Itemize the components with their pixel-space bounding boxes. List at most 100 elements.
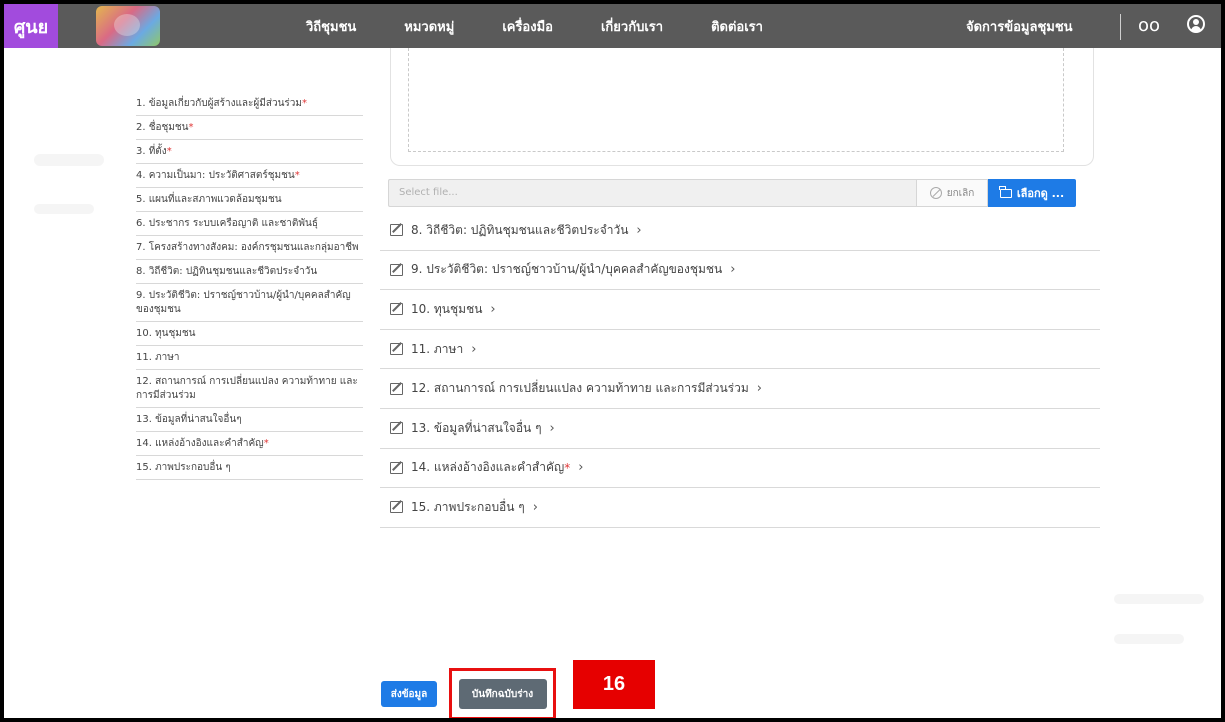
edit-icon: [390, 461, 403, 474]
required-marker: *: [564, 460, 571, 475]
background-decoration: [1114, 634, 1184, 644]
site-logo-image[interactable]: [96, 6, 160, 46]
send-data-button[interactable]: ส่งข้อมูล: [381, 681, 437, 707]
sidebar-item-label: 12. สถานการณ์ การเปลี่ยนแปลง ความท้าทาย …: [136, 376, 358, 401]
sidebar-item[interactable]: 9. ประวัติชีวิต: ปราชญ์ชาวบ้าน/ผู้นำ/บุค…: [136, 284, 363, 322]
section-header[interactable]: 14. แหล่งอ้างอิงและคำสำคัญ * ›: [380, 449, 1100, 489]
required-marker: *: [263, 438, 269, 449]
sidebar-item[interactable]: 11. ภาษา: [136, 346, 363, 370]
sidebar-item-label: 13. ข้อมูลที่น่าสนใจอื่นๆ: [136, 414, 242, 425]
chevron-right-icon: ›: [730, 262, 736, 278]
cancel-button[interactable]: ยกเลิก: [916, 179, 988, 207]
sidebar-item-label: 1. ข้อมูลเกี่ยวกับผู้สร้างและผู้มีส่วนร่…: [136, 98, 302, 109]
file-path-input[interactable]: Select file...: [388, 179, 916, 207]
sidebar-item[interactable]: 6. ประชากร ระบบเครือญาติ และชาติพันธุ์: [136, 212, 363, 236]
sidebar-item[interactable]: 7. โครงสร้างทางสังคม: องค์กรชุมชนและกลุ่…: [136, 236, 363, 260]
section-title: 10. ทุนชุมชน: [411, 301, 483, 316]
required-marker: *: [294, 170, 300, 181]
section-header[interactable]: 11. ภาษา ›: [380, 330, 1100, 370]
section-header[interactable]: 9. ประวัติชีวิต: ปราชญ์ชาวบ้าน/ผู้นำ/บุค…: [380, 251, 1100, 291]
nav-item-tools[interactable]: เครื่องมือ: [502, 16, 553, 37]
user-icon[interactable]: [1187, 15, 1205, 33]
background-decoration: [1114, 594, 1204, 604]
section-accordion: 8. วิถีชีวิต: ปฏิทินชุมชนและชีวิตประจำวั…: [380, 211, 1100, 528]
nav-item-manage-community-data[interactable]: จัดการข้อมูลชุมชน: [966, 16, 1073, 37]
sidebar-item-label: 10. ทุนชุมชน: [136, 328, 196, 339]
section-title: 14. แหล่งอ้างอิงและคำสำคัญ: [411, 460, 565, 475]
sidebar-item[interactable]: 13. ข้อมูลที่น่าสนใจอื่นๆ: [136, 408, 363, 432]
sidebar-item-label: 9. ประวัติชีวิต: ปราชญ์ชาวบ้าน/ผู้นำ/บุค…: [136, 290, 351, 315]
brand-logo[interactable]: ศูนย: [4, 4, 58, 48]
section-title: 11. ภาษา: [411, 341, 464, 356]
sidebar-item[interactable]: 4. ความเป็นมา: ประวัติศาสตร์ชุมชน*: [136, 164, 363, 188]
ban-icon: [929, 187, 942, 199]
nav-item-contact[interactable]: ติดต่อเรา: [711, 16, 763, 37]
highlight-box: บันทึกฉบับร่าง: [449, 668, 556, 718]
save-draft-button[interactable]: บันทึกฉบับร่าง: [458, 679, 547, 709]
sidebar-item-label: 15. ภาพประกอบอื่น ๆ: [136, 462, 231, 473]
sidebar-item-label: 4. ความเป็นมา: ประวัติศาสตร์ชุมชน: [136, 170, 295, 181]
chevron-right-icon: ›: [532, 499, 538, 515]
sidebar-item-label: 11. ภาษา: [136, 352, 180, 363]
edit-icon: [390, 501, 403, 514]
nav-item-way-of-life[interactable]: วิถีชุมชน: [306, 16, 356, 37]
chevron-right-icon: ›: [756, 381, 762, 397]
sidebar-item[interactable]: 2. ชื่อชุมชน*: [136, 116, 363, 140]
required-marker: *: [302, 98, 307, 109]
sidebar-item[interactable]: 1. ข้อมูลเกี่ยวกับผู้สร้างและผู้มีส่วนร่…: [136, 92, 363, 116]
section-title: 8. วิถีชีวิต: ปฏิทินชุมชนและชีวิตประจำวั…: [411, 222, 629, 237]
sidebar-item-label: 8. วิถีชีวิต: ปฏิทินชุมชนและชีวิตประจำวั…: [136, 266, 318, 277]
edit-icon: [390, 382, 403, 395]
browse-button[interactable]: เลือกดู ...: [988, 179, 1076, 207]
sidebar-item[interactable]: 5. แผนที่และสภาพแวดล้อมชุมชน: [136, 188, 363, 212]
section-header[interactable]: 8. วิถีชีวิต: ปฏิทินชุมชนและชีวิตประจำวั…: [380, 211, 1100, 251]
cancel-label: ยกเลิก: [946, 187, 975, 199]
glasses-icon[interactable]: oo: [1138, 15, 1160, 36]
chevron-right-icon: ›: [471, 341, 477, 357]
section-header[interactable]: 12. สถานการณ์ การเปลี่ยนแปลง ความท้าทาย …: [380, 369, 1100, 409]
step-number-badge: 16: [573, 660, 655, 709]
required-marker: *: [166, 146, 172, 157]
chevron-right-icon: ›: [549, 420, 555, 436]
background-decoration: [34, 204, 94, 214]
nav-item-categories[interactable]: หมวดหมู่: [404, 16, 454, 37]
edit-icon: [390, 303, 403, 316]
background-decoration: [34, 154, 104, 166]
sidebar-item-label: 6. ประชากร ระบบเครือญาติ และชาติพันธุ์: [136, 218, 318, 229]
sidebar-item[interactable]: 3. ที่ตั้ง*: [136, 140, 363, 164]
section-title: 15. ภาพประกอบอื่น ๆ: [411, 499, 525, 514]
edit-icon: [390, 224, 403, 237]
section-title: 9. ประวัติชีวิต: ปราชญ์ชาวบ้าน/ผู้นำ/บุค…: [411, 262, 723, 277]
file-preview-area[interactable]: [408, 48, 1064, 152]
top-navbar: ศูนย วิถีชุมชน หมวดหมู่ เครื่องมือ เกี่ย…: [4, 4, 1221, 48]
folder-icon: [999, 185, 1012, 198]
sidebar-item[interactable]: 12. สถานการณ์ การเปลี่ยนแปลง ความท้าทาย …: [136, 370, 363, 408]
sidebar-item-label: 14. แหล่งอ้างอิงและคำสำคัญ: [136, 438, 264, 449]
section-header[interactable]: 15. ภาพประกอบอื่น ๆ ›: [380, 488, 1100, 528]
required-marker: *: [188, 122, 194, 133]
section-title: 12. สถานการณ์ การเปลี่ยนแปลง ความท้าทาย …: [411, 381, 749, 396]
sidebar-item[interactable]: 10. ทุนชุมชน: [136, 322, 363, 346]
screenshot-frame: ศูนย วิถีชุมชน หมวดหมู่ เครื่องมือ เกี่ย…: [0, 0, 1225, 722]
sidebar-item[interactable]: 15. ภาพประกอบอื่น ๆ: [136, 456, 363, 480]
section-header[interactable]: 13. ข้อมูลที่น่าสนใจอื่น ๆ ›: [380, 409, 1100, 449]
sidebar-item[interactable]: 8. วิถีชีวิต: ปฏิทินชุมชนและชีวิตประจำวั…: [136, 260, 363, 284]
chevron-right-icon: ›: [636, 222, 642, 238]
sidebar-item-label: 2. ชื่อชุมชน: [136, 122, 189, 133]
chevron-right-icon: ›: [490, 301, 496, 317]
browse-label: เลือกดู ...: [1016, 187, 1065, 200]
edit-icon: [390, 263, 403, 276]
chevron-right-icon: ›: [578, 460, 584, 476]
section-sidebar: 1. ข้อมูลเกี่ยวกับผู้สร้างและผู้มีส่วนร่…: [122, 86, 373, 656]
nav-divider: [1120, 14, 1121, 40]
edit-icon: [390, 422, 403, 435]
section-title: 13. ข้อมูลที่น่าสนใจอื่น ๆ: [411, 420, 542, 435]
file-input-group: Select file... ยกเลิก เลือกดู ...: [388, 179, 1076, 207]
sidebar-item[interactable]: 14. แหล่งอ้างอิงและคำสำคัญ*: [136, 432, 363, 456]
section-header[interactable]: 10. ทุนชุมชน ›: [380, 290, 1100, 330]
sidebar-item-label: 7. โครงสร้างทางสังคม: องค์กรชุมชนและกลุ่…: [136, 242, 359, 253]
edit-icon: [390, 343, 403, 356]
sidebar-item-label: 5. แผนที่และสภาพแวดล้อมชุมชน: [136, 194, 282, 205]
sidebar-item-label: 3. ที่ตั้ง: [136, 146, 167, 157]
nav-item-about[interactable]: เกี่ยวกับเรา: [601, 16, 663, 37]
